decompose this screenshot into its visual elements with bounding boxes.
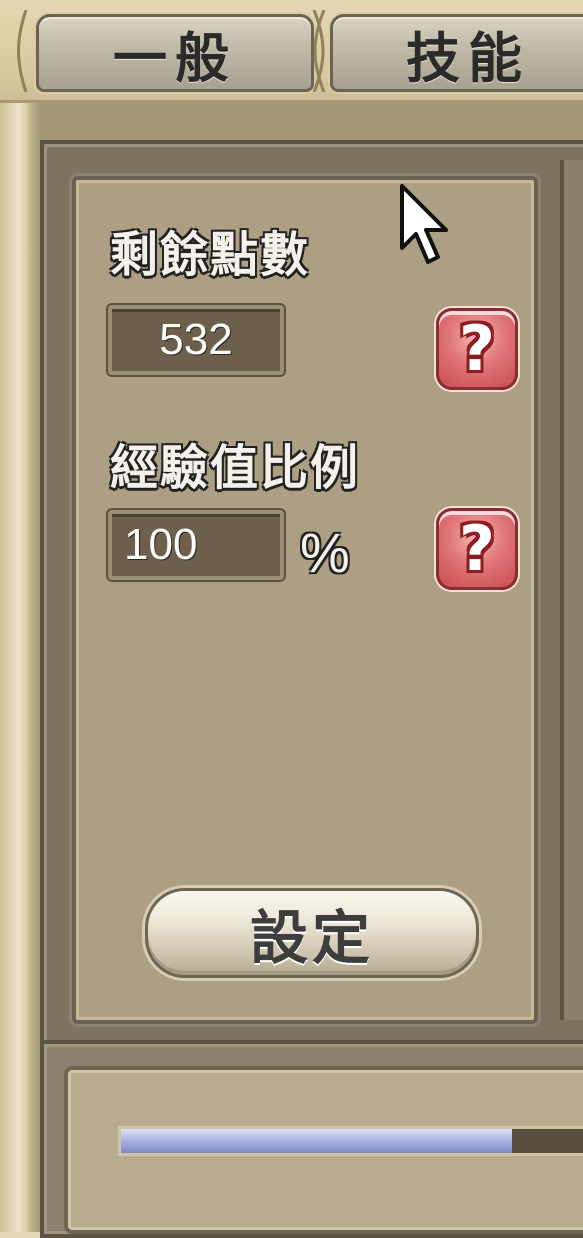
tab-skill[interactable]: 技能 [330,14,583,92]
tab-ornament [312,10,326,92]
help-icon: ? [459,512,495,585]
exp-progress-bar [118,1126,583,1156]
remaining-points-help-button[interactable]: ? [436,308,518,390]
help-icon: ? [459,312,495,385]
exp-ratio-input[interactable]: 100 [108,510,284,580]
tab-general[interactable]: 一般 [36,14,314,92]
exp-ratio-label: 經驗值比例 [110,440,361,496]
set-button-label: 設定 [249,904,374,972]
remaining-points-label: 剩餘點數 [110,227,311,283]
mouse-cursor-icon [400,184,448,264]
set-button[interactable]: 設定 [145,888,479,978]
tab-skill-label: 技能 [406,26,530,90]
exp-progress-fill [121,1129,513,1153]
right-panel-edge [560,160,583,1020]
tab-general-label: 一般 [113,26,237,90]
exp-ratio-help-button[interactable]: ? [436,508,518,590]
remaining-points-value: 532 [108,305,284,375]
exp-ratio-unit: % [300,521,350,584]
tab-ornament [17,10,28,92]
tab-bar: 一般 技能 [0,0,583,103]
